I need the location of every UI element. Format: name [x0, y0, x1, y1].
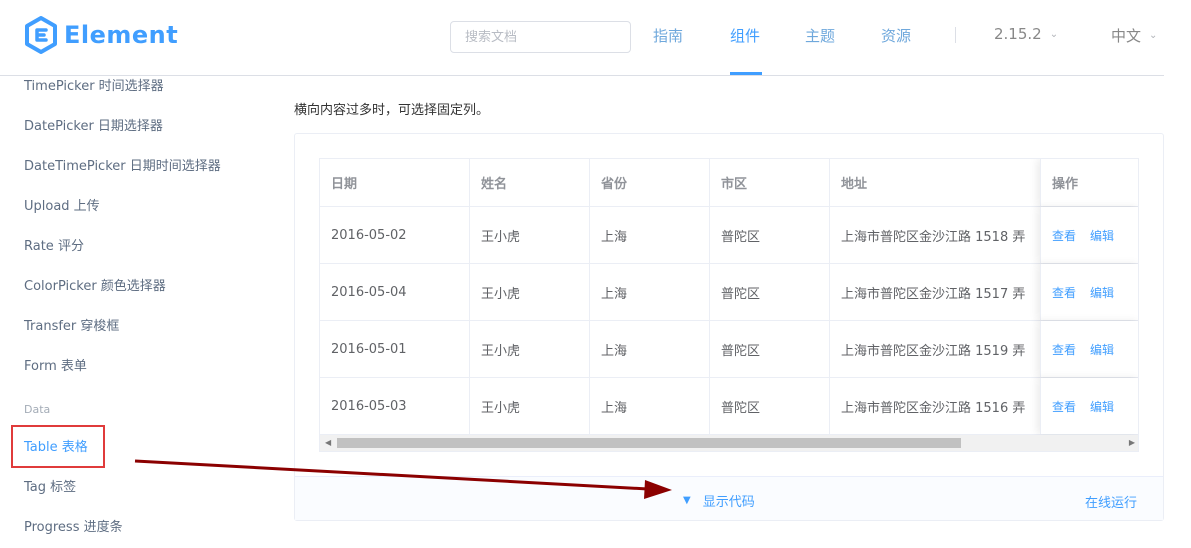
view-button[interactable]: 查看 — [1052, 341, 1076, 358]
element-logo[interactable]: Element — [24, 16, 178, 54]
cell-address: 上海市普陀区金沙江路 1518 弄 — [841, 229, 1026, 245]
cell-address: 上海市普陀区金沙江路 1519 弄 — [841, 343, 1026, 359]
header-city: 市区 — [710, 159, 830, 206]
sidebar-item-transfer[interactable]: Transfer 穿梭框 — [24, 315, 119, 334]
table-row: 2016-05-02 王小虎 上海 普陀区 上海市普陀区金沙江路 1518 弄 … — [320, 207, 1138, 264]
chevron-down-icon: ⌄ — [1049, 28, 1059, 40]
table-header-row: 日期 姓名 省份 市区 地址 操作 — [320, 159, 1138, 207]
nav-component[interactable]: 组件 — [730, 25, 760, 46]
cell-address: 上海市普陀区金沙江路 1517 弄 — [841, 286, 1026, 302]
show-code-button[interactable]: ▼ 显示代码 — [683, 491, 755, 510]
scroll-left-icon[interactable]: ◀ — [325, 438, 331, 447]
view-button[interactable]: 查看 — [1052, 284, 1076, 301]
cell-province: 上海 — [590, 378, 710, 434]
sidebar-item-colorpicker[interactable]: ColorPicker 颜色选择器 — [24, 275, 166, 294]
version-label: 2.15.2 — [994, 25, 1042, 43]
section-description: 横向内容过多时，可选择固定列。 — [294, 103, 490, 118]
cell-date: 2016-05-04 — [320, 264, 470, 320]
sidebar-item-datepicker[interactable]: DatePicker 日期选择器 — [24, 115, 163, 134]
cell-city: 普陀区 — [710, 321, 830, 377]
sidebar-item-datetimepicker[interactable]: DateTimePicker 日期时间选择器 — [24, 155, 221, 174]
cell-city: 普陀区 — [710, 264, 830, 320]
show-code-label: 显示代码 — [702, 495, 755, 510]
sidebar-item-progress[interactable]: Progress 进度条 — [24, 516, 123, 535]
edit-button[interactable]: 编辑 — [1090, 398, 1114, 415]
language-dropdown[interactable]: 中文 ⌄ — [1111, 25, 1157, 46]
sidebar-item-upload[interactable]: Upload 上传 — [24, 195, 100, 214]
header-province: 省份 — [590, 159, 710, 206]
cell-name: 王小虎 — [470, 264, 590, 320]
sidebar-item-form[interactable]: Form 表单 — [24, 355, 87, 374]
cell-actions: 查看 编辑 — [1040, 321, 1138, 377]
demo-footer: ▼ 显示代码 在线运行 — [295, 476, 1163, 520]
sidebar-item-timepicker[interactable]: TimePicker 时间选择器 — [24, 75, 164, 94]
caret-down-icon: ▼ — [683, 495, 691, 506]
nav-resource[interactable]: 资源 — [881, 25, 911, 46]
cell-province: 上海 — [590, 207, 710, 263]
edit-button[interactable]: 编辑 — [1090, 227, 1114, 244]
highlight-box — [11, 425, 105, 468]
cell-address: 上海市普陀区金沙江路 1516 弄 — [841, 400, 1026, 416]
cell-name: 王小虎 — [470, 378, 590, 434]
language-label: 中文 — [1111, 27, 1142, 45]
search-docs-input[interactable] — [450, 21, 631, 53]
header-divider — [0, 75, 1164, 76]
view-button[interactable]: 查看 — [1052, 398, 1076, 415]
sidebar-item-rate[interactable]: Rate 评分 — [24, 235, 84, 254]
cell-name: 王小虎 — [470, 207, 590, 263]
fixed-column-table: 日期 姓名 省份 市区 地址 操作 2016-05-02 王小虎 上海 普陀区 … — [319, 158, 1139, 452]
cell-actions: 查看 编辑 — [1040, 378, 1138, 434]
header-name: 姓名 — [470, 159, 590, 206]
cell-name: 王小虎 — [470, 321, 590, 377]
cell-city: 普陀区 — [710, 378, 830, 434]
cell-province: 上海 — [590, 321, 710, 377]
logo-text: Element — [64, 21, 179, 49]
cell-date: 2016-05-02 — [320, 207, 470, 263]
sidebar-item-tag[interactable]: Tag 标签 — [24, 476, 76, 495]
cell-province: 上海 — [590, 264, 710, 320]
nav-guide[interactable]: 指南 — [653, 25, 683, 46]
scrollbar-thumb[interactable] — [337, 438, 961, 448]
cell-actions: 查看 编辑 — [1040, 207, 1138, 263]
top-navbar: Element 指南 组件 主题 资源 2.15.2 ⌄ 中文 ⌄ — [0, 0, 1191, 76]
view-button[interactable]: 查看 — [1052, 227, 1076, 244]
run-online-link[interactable]: 在线运行 — [1085, 492, 1137, 511]
cell-date: 2016-05-03 — [320, 378, 470, 434]
cell-actions: 查看 编辑 — [1040, 264, 1138, 320]
header-address: 地址 — [841, 177, 868, 192]
scroll-right-icon[interactable]: ▶ — [1129, 438, 1135, 447]
nav-theme[interactable]: 主题 — [805, 25, 835, 46]
version-dropdown[interactable]: 2.15.2 ⌄ — [994, 25, 1058, 43]
edit-button[interactable]: 编辑 — [1090, 284, 1114, 301]
nav-divider — [955, 27, 956, 43]
edit-button[interactable]: 编辑 — [1090, 341, 1114, 358]
table-row: 2016-05-04 王小虎 上海 普陀区 上海市普陀区金沙江路 1517 弄 … — [320, 264, 1138, 321]
table-row: 2016-05-01 王小虎 上海 普陀区 上海市普陀区金沙江路 1519 弄 … — [320, 321, 1138, 378]
element-logo-icon — [25, 16, 57, 54]
horizontal-scrollbar[interactable]: ◀ ▶ — [320, 435, 1138, 451]
cell-city: 普陀区 — [710, 207, 830, 263]
table-row: 2016-05-03 王小虎 上海 普陀区 上海市普陀区金沙江路 1516 弄 … — [320, 378, 1138, 435]
header-actions: 操作 — [1040, 159, 1138, 206]
demo-block: 日期 姓名 省份 市区 地址 操作 2016-05-02 王小虎 上海 普陀区 … — [294, 133, 1164, 521]
cell-date: 2016-05-01 — [320, 321, 470, 377]
sidebar-group-data: Data — [24, 403, 51, 416]
chevron-down-icon: ⌄ — [1149, 30, 1158, 41]
header-date: 日期 — [320, 159, 470, 206]
